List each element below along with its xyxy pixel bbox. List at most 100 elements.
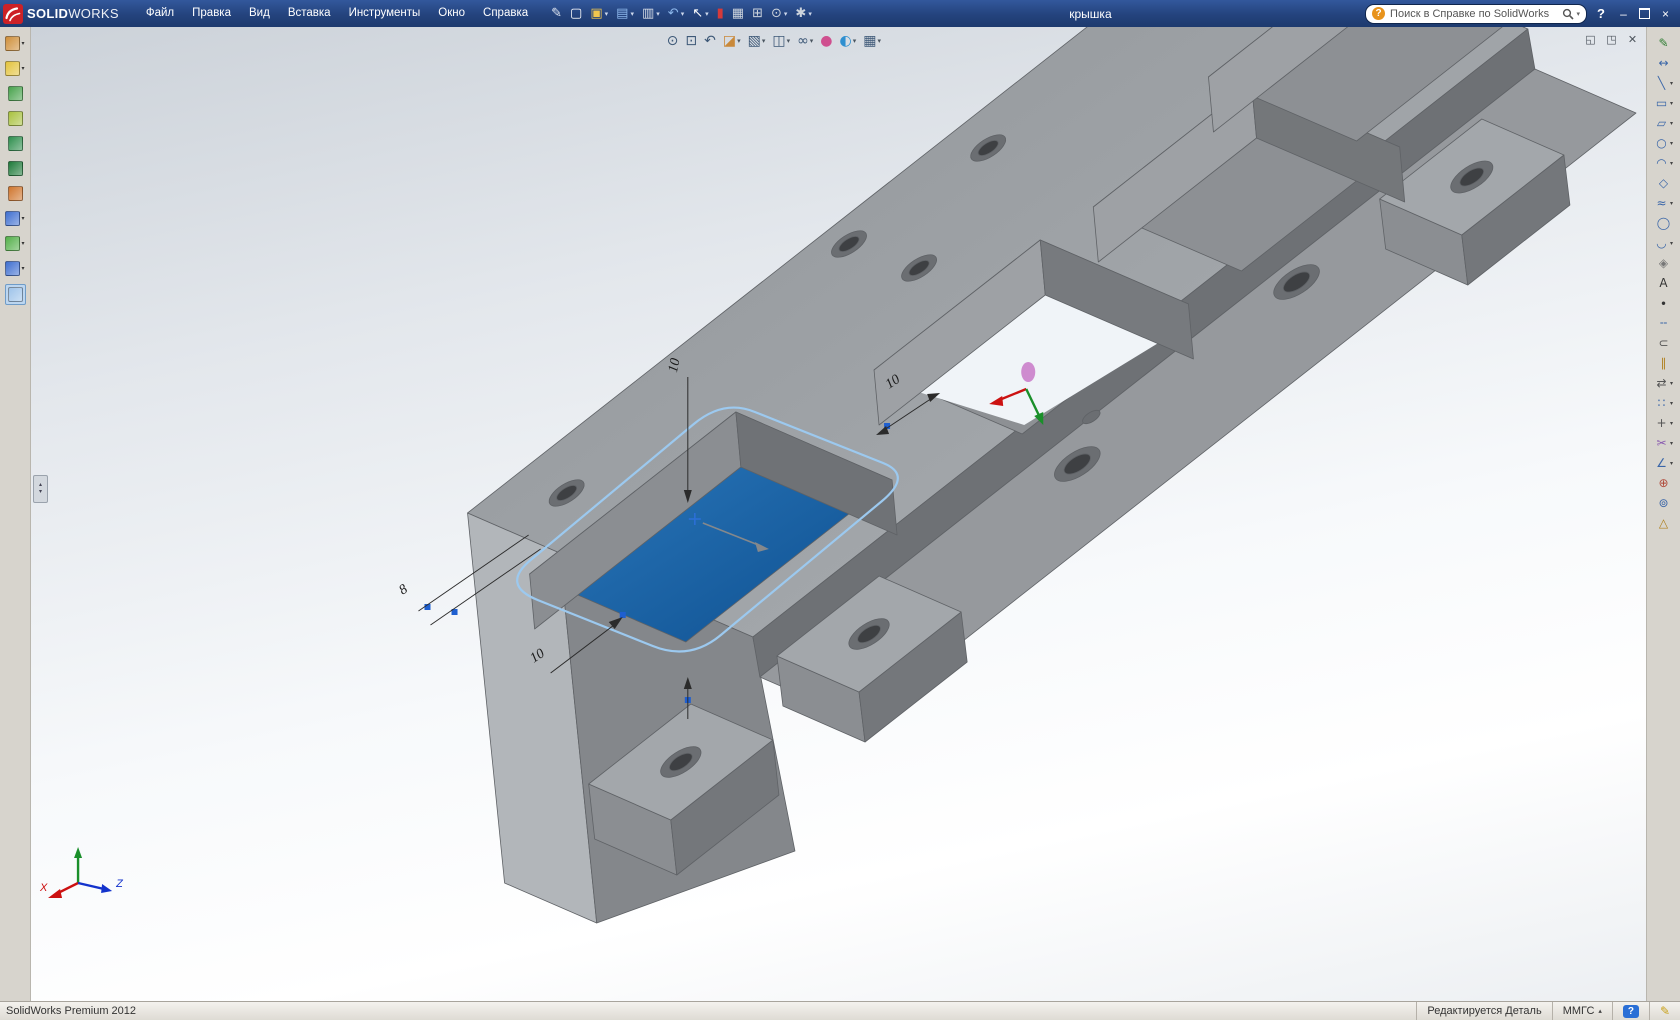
- centerline-button[interactable]: ╌: [1655, 313, 1672, 333]
- menu-tools[interactable]: Инструменты: [340, 0, 430, 27]
- new-window-flyout-caret-icon[interactable]: ▾: [21, 65, 24, 72]
- search-options-caret-icon[interactable]: ▾: [1577, 10, 1581, 18]
- section-view-flyout-caret-icon[interactable]: ▾: [737, 37, 741, 45]
- measure-flyout-caret-icon[interactable]: ▾: [784, 10, 788, 18]
- open-document-flyout-caret-icon[interactable]: ▾: [605, 10, 609, 18]
- graphics-area[interactable]: ⊙ ⊡ ↶ ◪ ▾ ▧ ▾ ◫ ▾ ∞ ▾ ● ◐ ▾ ▦ ▾ ◱ ◳ ✕ ▴ ▾: [30, 27, 1647, 1002]
- display-style-flyout-caret-icon[interactable]: ▾: [787, 37, 791, 45]
- section-view-button[interactable]: ◪ ▾: [721, 31, 743, 51]
- repair-sketch-button[interactable]: ⊕: [1655, 473, 1672, 493]
- centerpoint-arc-flyout-caret-icon[interactable]: ▾: [1670, 160, 1673, 167]
- hide-show-items-button[interactable]: ∞ ▾: [795, 31, 815, 51]
- sketch-button[interactable]: ✎: [1655, 33, 1672, 53]
- sketch-fillet-flyout-caret-icon[interactable]: ▾: [1670, 240, 1673, 247]
- display-relations-flyout-caret-icon[interactable]: ▾: [1670, 460, 1673, 467]
- stop-button[interactable]: ▮: [714, 3, 727, 25]
- view-orientation-button[interactable]: ▧ ▾: [746, 31, 768, 51]
- smart-dimension-button[interactable]: ↔: [1655, 53, 1672, 73]
- linear-sketch-pattern-flyout-caret-icon[interactable]: ▾: [1670, 400, 1673, 407]
- spline-button[interactable]: ≈ ▾: [1653, 193, 1674, 213]
- spline-tools-button[interactable]: ▾: [3, 259, 26, 278]
- menu-help[interactable]: Справка: [474, 0, 537, 27]
- minimize-button[interactable]: –: [1613, 5, 1634, 23]
- move-entities-flyout-caret-icon[interactable]: ▾: [1670, 420, 1673, 427]
- search-icon[interactable]: [1562, 8, 1574, 20]
- save-button[interactable]: ▤ ▾: [613, 3, 637, 25]
- polygon-button[interactable]: ◇: [1655, 173, 1672, 193]
- status-tool-icon[interactable]: ✎: [1660, 1004, 1670, 1018]
- quick-tips-help-button[interactable]: ?: [1622, 1004, 1639, 1018]
- apply-scene-button[interactable]: ◐ ▾: [838, 31, 859, 51]
- menu-view[interactable]: Вид: [240, 0, 279, 27]
- mirror-entities-button[interactable]: ⇄ ▾: [1653, 373, 1674, 393]
- mirror-entities-flyout-caret-icon[interactable]: ▾: [1670, 380, 1673, 387]
- offset-entities-button[interactable]: ∥: [1655, 353, 1672, 373]
- menu-edit[interactable]: Правка: [183, 0, 240, 27]
- undo-flyout-caret-icon[interactable]: ▾: [681, 10, 685, 18]
- model-canvas[interactable]: 10 10 10 8 X Z: [30, 27, 1647, 1002]
- select-button[interactable]: ↖ ▾: [689, 3, 711, 25]
- restore-document-button[interactable]: ◱: [1582, 32, 1599, 47]
- ellipse-button[interactable]: ◯: [1655, 213, 1672, 233]
- screen-capture-button[interactable]: ▾: [3, 34, 26, 53]
- quick-capture-button[interactable]: ✎: [548, 3, 565, 25]
- display-style-button[interactable]: ◫ ▾: [770, 31, 792, 51]
- rapid-sketch-button[interactable]: ⊚: [1655, 493, 1672, 513]
- instant-2d-button[interactable]: △: [1655, 513, 1672, 533]
- pack-and-go-button[interactable]: [6, 184, 25, 203]
- trim-entities-flyout-caret-icon[interactable]: ▾: [1670, 440, 1673, 447]
- line-flyout-caret-icon[interactable]: ▾: [1670, 80, 1673, 87]
- zoom-to-area-button[interactable]: ⊡: [683, 31, 699, 51]
- hide-show-items-flyout-caret-icon[interactable]: ▾: [810, 37, 814, 45]
- text-button[interactable]: A: [1655, 273, 1672, 293]
- select-flyout-caret-icon[interactable]: ▾: [705, 10, 709, 18]
- smart-select-flyout-caret-icon[interactable]: ▾: [21, 240, 24, 247]
- menu-window[interactable]: Окно: [429, 0, 474, 27]
- close-button[interactable]: ×: [1655, 5, 1676, 23]
- circle-flyout-caret-icon[interactable]: ▾: [1670, 140, 1673, 147]
- previous-view-button[interactable]: ↶: [702, 31, 718, 51]
- units-selector[interactable]: ММГС ▴: [1551, 1002, 1612, 1020]
- search-input[interactable]: Поиск в Справке по SolidWorks: [1390, 8, 1558, 20]
- view-settings-button[interactable]: ▦ ▾: [861, 31, 883, 51]
- maximize-document-button[interactable]: ◳: [1603, 32, 1620, 47]
- close-document-button[interactable]: ✕: [1624, 32, 1641, 47]
- drawing-template-button[interactable]: [6, 134, 25, 153]
- undo-button[interactable]: ↶ ▾: [665, 3, 687, 25]
- apply-scene-flyout-caret-icon[interactable]: ▾: [853, 37, 857, 45]
- trim-entities-button[interactable]: ✂ ▾: [1653, 433, 1674, 453]
- open-document-button[interactable]: ▣ ▾: [587, 3, 611, 25]
- straight-slot-button[interactable]: ▱ ▾: [1653, 113, 1674, 133]
- units-caret-icon[interactable]: ▴: [1598, 1007, 1602, 1015]
- options-button[interactable]: ✱ ▾: [792, 3, 814, 25]
- centerpoint-arc-button[interactable]: ◠ ▾: [1653, 153, 1674, 173]
- help-button[interactable]: ?: [1597, 6, 1605, 21]
- active-sketch-tool-button[interactable]: [4, 284, 26, 305]
- move-entities-button[interactable]: + ▾: [1653, 413, 1674, 433]
- new-document-button[interactable]: ▢: [567, 3, 585, 25]
- file-properties-button[interactable]: ▦: [729, 3, 747, 25]
- corner-rectangle-flyout-caret-icon[interactable]: ▾: [1670, 100, 1673, 107]
- zoom-to-fit-button[interactable]: ⊙: [665, 31, 681, 51]
- sketch-fillet-button[interactable]: ◡ ▾: [1653, 233, 1674, 253]
- circle-button[interactable]: ○ ▾: [1653, 133, 1674, 153]
- new-window-button[interactable]: ▾: [3, 59, 26, 78]
- view-orientation-flyout-caret-icon[interactable]: ▾: [762, 37, 766, 45]
- plane-button[interactable]: ◈: [1655, 253, 1672, 273]
- display-relations-button[interactable]: ∠ ▾: [1653, 453, 1674, 473]
- feature-tree-splitter-handle[interactable]: ▴ ▾: [33, 475, 48, 503]
- spline-flyout-caret-icon[interactable]: ▾: [1670, 200, 1673, 207]
- part-body[interactable]: [467, 27, 1637, 924]
- selection-filter-flyout-caret-icon[interactable]: ▾: [21, 215, 24, 222]
- smart-select-button[interactable]: ▾: [3, 234, 26, 253]
- edit-appearance-button[interactable]: ●: [818, 31, 834, 51]
- print-flyout-caret-icon[interactable]: ▾: [656, 10, 660, 18]
- convert-entities-button[interactable]: ⊂: [1655, 333, 1672, 353]
- measure-button[interactable]: ⊙ ▾: [768, 3, 790, 25]
- print-button[interactable]: ▥ ▾: [639, 3, 663, 25]
- menu-file[interactable]: Файл: [137, 0, 183, 27]
- menu-insert[interactable]: Вставка: [279, 0, 340, 27]
- maximize-button[interactable]: [1634, 5, 1655, 23]
- publish-edrawings-button[interactable]: [6, 159, 25, 178]
- insert-table-button[interactable]: ⊞: [749, 3, 766, 25]
